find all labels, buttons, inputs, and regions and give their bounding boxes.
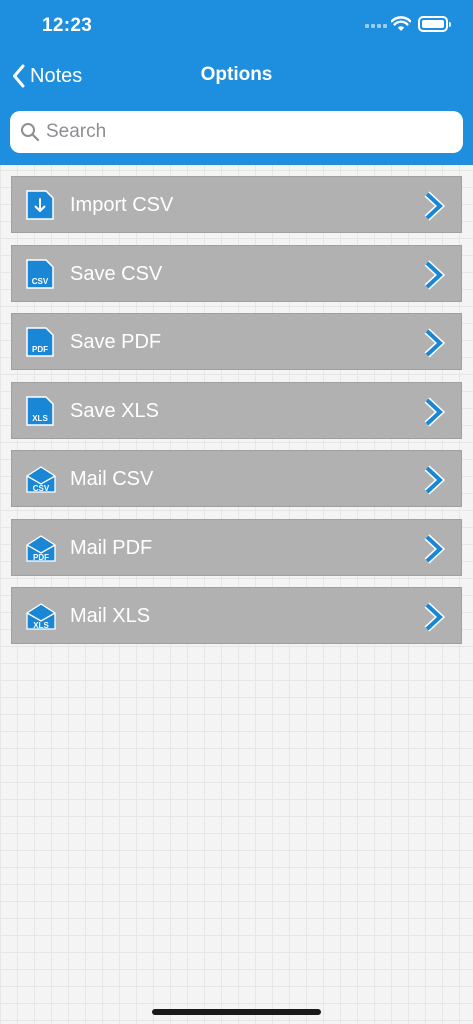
svg-text:XLS: XLS xyxy=(33,621,49,630)
option-row[interactable]: PDF Mail PDF xyxy=(11,518,462,576)
chevron-right-icon xyxy=(423,191,446,221)
option-row[interactable]: XLS Save XLS xyxy=(11,381,462,439)
save-pdf-icon: PDF xyxy=(26,327,54,357)
options-list: Import CSV CSV Save CSV PDF Save PDF XLS Save … xyxy=(11,176,462,656)
option-row[interactable]: Import CSV xyxy=(11,176,462,233)
status-bar: 12:23 xyxy=(0,0,473,52)
mail-xls-icon: XLS xyxy=(26,601,56,631)
search-input[interactable] xyxy=(46,121,446,143)
option-label: Mail PDF xyxy=(70,536,153,559)
wifi-icon xyxy=(391,16,411,31)
option-label: Import CSV xyxy=(70,194,174,216)
save-xls-icon: XLS xyxy=(26,395,54,426)
chevron-right-icon xyxy=(423,602,446,632)
option-label: Mail XLS xyxy=(70,605,151,627)
page-title: Options xyxy=(200,64,273,85)
import-file-icon xyxy=(26,190,54,220)
svg-text:PDF: PDF xyxy=(32,345,48,354)
option-label: Mail CSV xyxy=(70,468,154,490)
save-csv-icon: CSV xyxy=(26,258,54,289)
chevron-right-icon xyxy=(423,533,446,564)
chevron-right-icon xyxy=(423,465,446,495)
battery-icon xyxy=(418,16,451,32)
option-label: Save CSV xyxy=(70,262,163,285)
cellular-signal-icon xyxy=(365,24,387,30)
mail-csv-icon: CSV xyxy=(26,464,56,494)
home-indicator[interactable] xyxy=(152,1009,321,1015)
option-row[interactable]: CSV Save CSV xyxy=(11,244,462,302)
option-label: Save XLS xyxy=(70,399,159,422)
navigation-bar: Notes Options xyxy=(0,52,473,100)
mail-pdf-icon: PDF xyxy=(26,533,56,563)
option-row[interactable]: CSV Mail CSV xyxy=(11,450,462,507)
svg-text:XLS: XLS xyxy=(32,414,48,423)
svg-text:PDF: PDF xyxy=(33,553,49,562)
chevron-right-icon xyxy=(423,396,446,427)
status-time: 12:23 xyxy=(42,15,93,36)
option-row[interactable]: XLS Mail XLS xyxy=(11,587,462,644)
search-bar[interactable] xyxy=(10,111,463,153)
search-icon xyxy=(21,123,40,142)
chevron-right-icon xyxy=(423,328,446,358)
option-row[interactable]: PDF Save PDF xyxy=(11,313,462,370)
svg-text:CSV: CSV xyxy=(33,484,50,493)
svg-text:CSV: CSV xyxy=(32,277,49,286)
chevron-right-icon xyxy=(423,259,446,290)
option-label: Save PDF xyxy=(70,331,162,353)
